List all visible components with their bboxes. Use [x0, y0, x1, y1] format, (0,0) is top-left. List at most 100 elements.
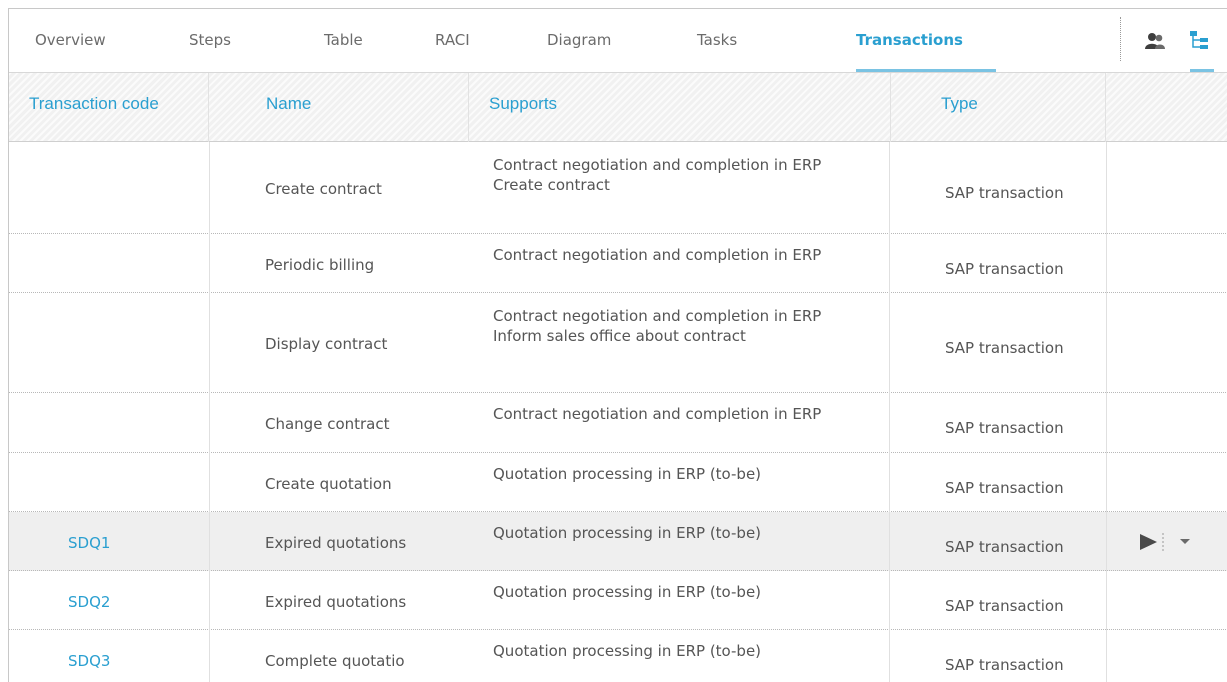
- type-cell: SAP transaction: [891, 142, 1106, 233]
- type-cell: SAP transaction: [891, 234, 1106, 292]
- actions-cell: [1106, 571, 1227, 629]
- transaction-name: Complete quotatio: [265, 652, 405, 670]
- column-header-transaction-code[interactable]: Transaction code: [9, 73, 209, 142]
- name-cell: Create contract: [209, 142, 469, 233]
- transaction-name: Create contract: [265, 180, 382, 198]
- transaction-code-cell: [9, 142, 209, 233]
- transaction-code-link: SDQ2: [68, 593, 111, 611]
- supports-item: Inform sales office about contract: [493, 327, 746, 345]
- toolbar-divider: [1120, 17, 1121, 61]
- transaction-name: Change contract: [265, 415, 390, 433]
- supports-cell: Contract negotiation and completion in E…: [469, 142, 889, 233]
- tab-bar: Overview Steps Table RACI Diagram Tasks …: [9, 9, 1227, 73]
- supports-item: Contract negotiation and completion in E…: [493, 405, 822, 423]
- supports-item: Quotation processing in ERP (to-be): [493, 524, 762, 542]
- transaction-code-cell[interactable]: SDQ3: [9, 630, 209, 682]
- actions-cell: [1106, 630, 1227, 682]
- column-header-actions: [1106, 73, 1227, 142]
- column-divider: [889, 142, 890, 682]
- supports-cell: Quotation processing in ERP (to-be): [469, 630, 889, 682]
- supports-cell: Contract negotiation and completion in E…: [469, 393, 889, 452]
- actions-cell: [1106, 234, 1227, 292]
- table-row[interactable]: Create contract Contract negotiation and …: [9, 142, 1227, 234]
- supports-cell: Contract negotiation and completion in E…: [469, 234, 889, 292]
- type-cell: SAP transaction: [891, 293, 1106, 392]
- transaction-code-link: SDQ1: [68, 534, 111, 552]
- table-row[interactable]: Display contract Contract negotiation and…: [9, 293, 1227, 393]
- tab-overview[interactable]: Overview: [35, 31, 106, 49]
- type-cell: SAP transaction: [891, 571, 1106, 629]
- transaction-code-cell[interactable]: SDQ1: [9, 512, 209, 570]
- transaction-type: SAP transaction: [945, 184, 1064, 202]
- supports-cell: Quotation processing in ERP (to-be): [469, 512, 889, 570]
- actions-cell: [1106, 512, 1227, 570]
- table-row[interactable]: SDQ1 Expired quotations Quotation processi…: [9, 512, 1227, 571]
- dropdown-arrow-icon[interactable]: [1175, 532, 1205, 552]
- supports-item: Contract negotiation and completion in E…: [493, 307, 822, 325]
- supports-cell: Quotation processing in ERP (to-be): [469, 571, 889, 629]
- transaction-name: Periodic billing: [265, 256, 375, 274]
- view-indicator: [1190, 69, 1214, 72]
- supports-cell: Contract negotiation and completion in E…: [469, 293, 889, 392]
- transaction-type: SAP transaction: [945, 479, 1064, 497]
- transaction-code-cell: [9, 234, 209, 292]
- transaction-code-cell: [9, 453, 209, 511]
- type-cell: SAP transaction: [891, 630, 1106, 682]
- transaction-type: SAP transaction: [945, 339, 1064, 357]
- tab-diagram[interactable]: Diagram: [547, 31, 611, 49]
- tab-transactions[interactable]: Transactions: [856, 31, 963, 49]
- active-tab-indicator: [856, 69, 996, 72]
- type-cell: SAP transaction: [891, 393, 1106, 452]
- supports-item: Contract negotiation and completion in E…: [493, 156, 822, 174]
- name-cell: Display contract: [209, 293, 469, 392]
- transaction-type: SAP transaction: [945, 260, 1064, 278]
- name-cell: Complete quotatio: [209, 630, 469, 682]
- tab-tasks[interactable]: Tasks: [697, 31, 737, 49]
- transactions-panel: Overview Steps Table RACI Diagram Tasks …: [8, 8, 1227, 682]
- tab-steps[interactable]: Steps: [189, 31, 231, 49]
- transaction-name: Expired quotations: [265, 534, 407, 552]
- supports-item: Contract negotiation and completion in E…: [493, 246, 822, 264]
- type-cell: SAP transaction: [891, 453, 1106, 511]
- supports-item: Create contract: [493, 176, 610, 194]
- column-divider: [209, 142, 210, 682]
- column-header-type[interactable]: Type: [891, 73, 1106, 142]
- play-icon[interactable]: [1134, 532, 1164, 552]
- tab-table[interactable]: Table: [324, 31, 363, 49]
- actions-cell: [1106, 293, 1227, 392]
- actions-cell: [1106, 453, 1227, 511]
- table-row[interactable]: Periodic billing Contract negotiation and…: [9, 234, 1227, 293]
- supports-cell: Quotation processing in ERP (to-be): [469, 453, 889, 511]
- supports-item: Quotation processing in ERP (to-be): [493, 583, 762, 601]
- name-cell: Change contract: [209, 393, 469, 452]
- name-cell: Periodic billing: [209, 234, 469, 292]
- table-row[interactable]: SDQ2 Expired quotations Quotation processi…: [9, 571, 1227, 630]
- table-row[interactable]: Create quotation Quotation processing in …: [9, 453, 1227, 512]
- table-row[interactable]: SDQ3 Complete quotatio Quotation processin…: [9, 630, 1227, 682]
- tab-raci[interactable]: RACI: [435, 31, 470, 49]
- actions-cell: [1106, 393, 1227, 452]
- transaction-code-cell: [9, 393, 209, 452]
- column-divider: [1106, 142, 1107, 682]
- hierarchy-icon[interactable]: [1189, 30, 1211, 52]
- transaction-name: Expired quotations: [265, 593, 407, 611]
- name-cell: Expired quotations: [209, 571, 469, 629]
- name-cell: Create quotation: [209, 453, 469, 511]
- transaction-name: Create quotation: [265, 475, 392, 493]
- table-header: Transaction code Name Supports Type: [9, 73, 1227, 142]
- supports-item: Quotation processing in ERP (to-be): [493, 642, 762, 660]
- transaction-code-cell: [9, 293, 209, 392]
- actions-cell: [1106, 142, 1227, 233]
- name-cell: Expired quotations: [209, 512, 469, 570]
- transaction-code-link: SDQ3: [68, 652, 111, 670]
- column-header-supports[interactable]: Supports: [469, 73, 891, 142]
- transaction-type: SAP transaction: [945, 656, 1064, 674]
- transaction-type: SAP transaction: [945, 419, 1064, 437]
- transaction-code-cell[interactable]: SDQ2: [9, 571, 209, 629]
- people-icon[interactable]: [1144, 30, 1166, 52]
- transaction-type: SAP transaction: [945, 538, 1064, 556]
- column-header-name[interactable]: Name: [209, 73, 469, 142]
- table-row[interactable]: Change contract Contract negotiation and …: [9, 393, 1227, 453]
- supports-item: Quotation processing in ERP (to-be): [493, 465, 762, 483]
- type-cell: SAP transaction: [891, 512, 1106, 570]
